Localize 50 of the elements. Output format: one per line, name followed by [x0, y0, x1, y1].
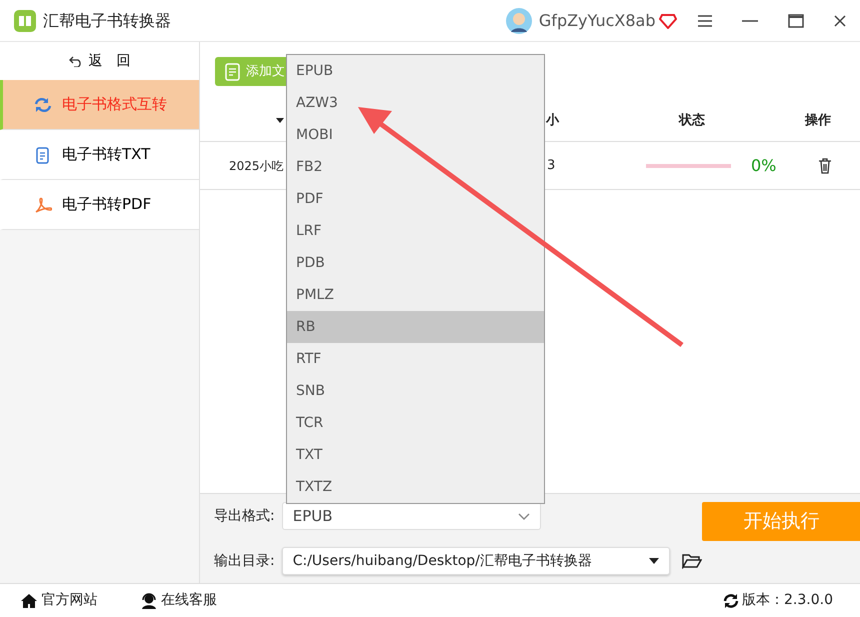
- column-header[interactable]: 状态: [679, 110, 707, 130]
- column-header[interactable]: 操作: [805, 110, 833, 130]
- diamond-icon: [659, 12, 677, 28]
- website-link[interactable]: 官方网站: [42, 590, 98, 611]
- avatar-icon: [506, 8, 532, 34]
- column-header[interactable]: 小: [546, 110, 566, 130]
- minimize-icon[interactable]: [742, 20, 758, 22]
- dropdown-option[interactable]: LRF: [287, 215, 544, 247]
- back-button[interactable]: 返 回: [0, 42, 199, 80]
- sidebar-item[interactable]: 电子书转PDF: [0, 180, 199, 230]
- headset-icon: [140, 592, 158, 610]
- dropdown-option[interactable]: PDF: [287, 183, 544, 215]
- caret-down-icon: [648, 558, 659, 564]
- field-label: 输出目录:: [214, 552, 275, 570]
- close-icon[interactable]: [834, 14, 846, 26]
- output-dir-select[interactable]: C:/Users/huibang/Desktop/汇帮电子书转换器: [282, 547, 670, 575]
- file-size-cell-text: 3: [547, 156, 556, 175]
- dropdown-option[interactable]: MOBI: [287, 119, 544, 151]
- trash-icon[interactable]: [818, 158, 832, 174]
- dropdown-option[interactable]: TXTZ: [287, 471, 544, 503]
- dropdown-option[interactable]: PDB: [287, 247, 544, 279]
- folder-icon[interactable]: [682, 553, 702, 569]
- maximize-icon[interactable]: [788, 14, 804, 28]
- window-title: 汇帮电子书转换器: [43, 10, 171, 32]
- file-name-cell-text: 2025小吃: [229, 158, 283, 174]
- dropdown-option[interactable]: SNB: [287, 375, 544, 407]
- field-label: 导出格式:: [214, 506, 275, 526]
- menu-icon[interactable]: [698, 14, 712, 26]
- chevron-down-icon: [518, 512, 530, 520]
- dropdown-option[interactable]: RB: [287, 311, 544, 343]
- version-label: 版本：2.3.0.0: [742, 591, 833, 610]
- refresh-icon: [722, 592, 739, 608]
- support-link[interactable]: 在线客服: [161, 590, 217, 611]
- dropdown-option[interactable]: TXT: [287, 439, 544, 471]
- dropdown-option[interactable]: FB2: [287, 151, 544, 183]
- progress-percent: 0%: [751, 154, 776, 176]
- dropdown-option[interactable]: TCR: [287, 407, 544, 439]
- add-list-icon: [224, 62, 242, 80]
- sidebar-item[interactable]: 电子书转TXT: [0, 130, 199, 180]
- sync-icon: [33, 96, 52, 114]
- dropdown-option[interactable]: AZW3: [287, 87, 544, 119]
- sort-caret-icon: [276, 118, 284, 123]
- dropdown-option[interactable]: PMLZ: [287, 279, 544, 311]
- home-icon: [20, 592, 38, 608]
- dropdown-option[interactable]: RTF: [287, 343, 544, 375]
- format-select[interactable]: EPUB: [282, 502, 541, 530]
- back-label: 返 回: [88, 52, 130, 70]
- acrobat-icon: [33, 196, 52, 214]
- back-icon: [68, 55, 82, 67]
- username: GfpZyYucX8ab: [538, 10, 656, 32]
